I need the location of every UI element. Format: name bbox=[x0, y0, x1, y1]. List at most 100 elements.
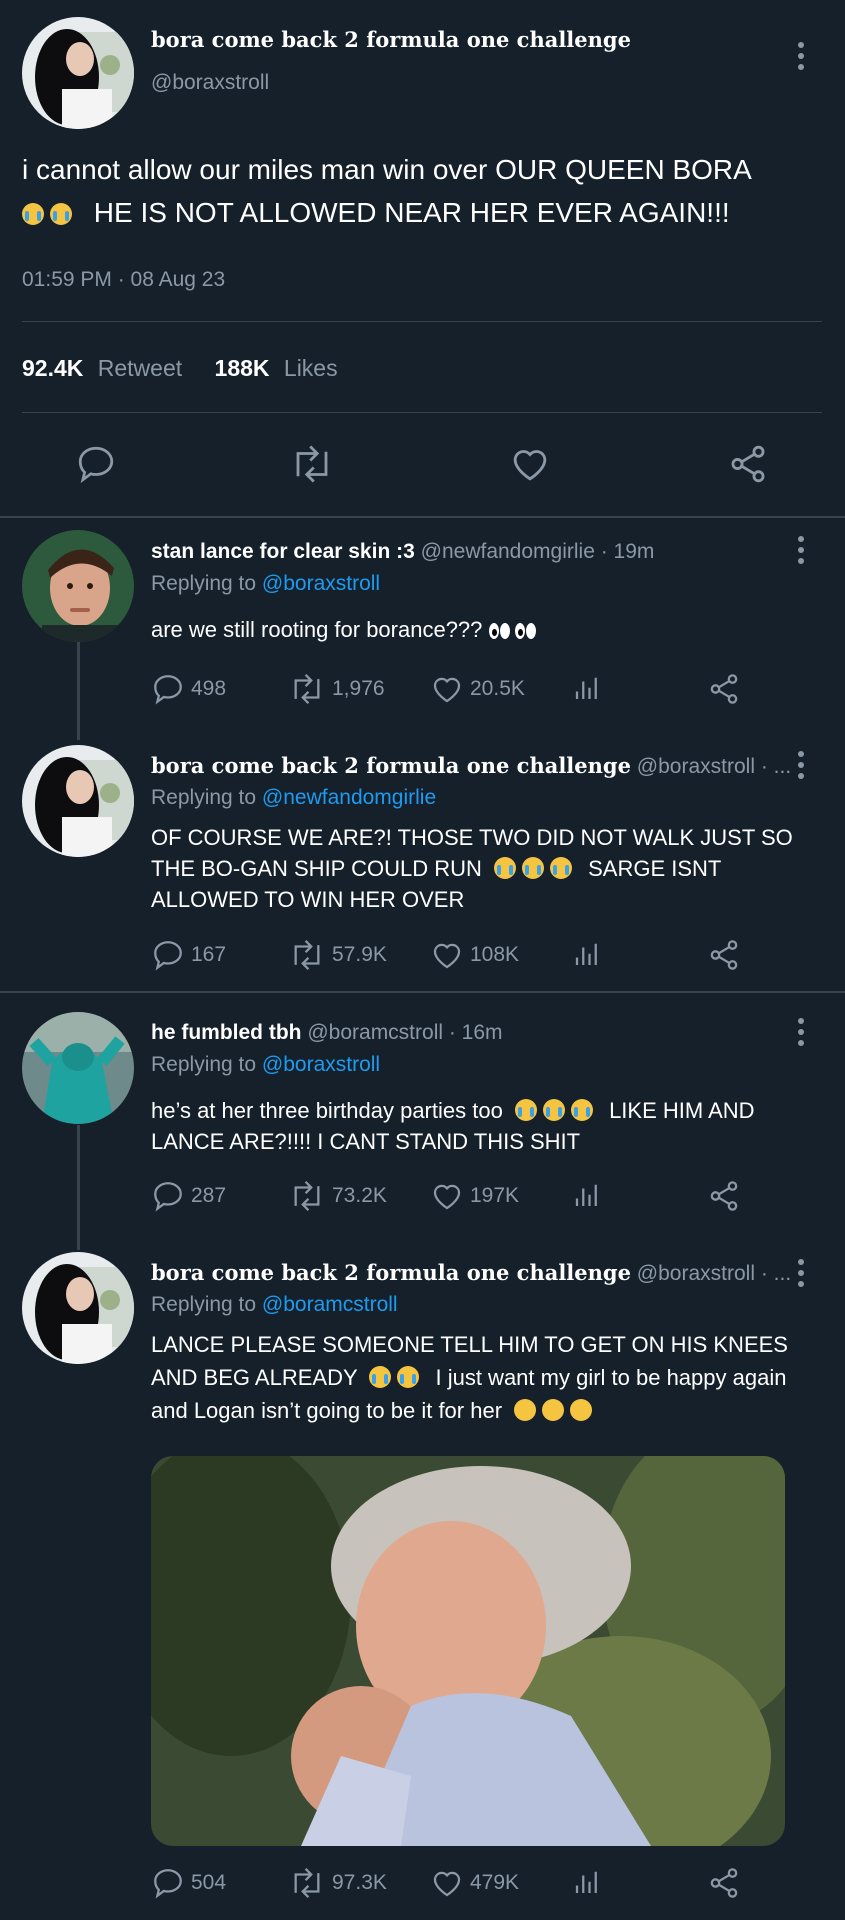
divider bbox=[22, 412, 822, 413]
analytics-icon[interactable] bbox=[572, 1866, 602, 1900]
thread-line bbox=[77, 640, 80, 740]
like-button[interactable]: 479K bbox=[430, 1866, 519, 1900]
loudly-crying-emoji-icon bbox=[514, 1099, 537, 1121]
analytics-icon[interactable] bbox=[572, 672, 602, 706]
reply-avatar[interactable] bbox=[22, 1252, 134, 1364]
reply-avatar[interactable] bbox=[22, 530, 134, 642]
reply-count: 498 bbox=[191, 677, 227, 700]
reply-button[interactable]: 504 bbox=[151, 1866, 226, 1900]
reply-text-line2: THE BO-GAN SHIP COULD RUN SARGE ISNT bbox=[151, 853, 831, 884]
reply-avatar[interactable] bbox=[22, 745, 134, 857]
reply-button[interactable]: 167 bbox=[151, 938, 226, 972]
reply-text-line3: ALLOWED TO WIN HER OVER bbox=[151, 887, 465, 912]
loudly-crying-emoji-icon bbox=[369, 1366, 392, 1388]
retweet-count[interactable]: 92.4K bbox=[22, 355, 83, 381]
reply-handle-time[interactable]: @newfandomgirlie · 19m bbox=[421, 540, 655, 563]
main-tweet-text: i cannot allow our miles man win over OU… bbox=[22, 148, 822, 234]
like-count: 479K bbox=[470, 1871, 520, 1894]
reply-handle-time[interactable]: @boramcstroll · 16m bbox=[307, 1021, 502, 1044]
replying-to: Replying to @boramcstroll bbox=[151, 1293, 398, 1317]
reply-text-line2: AND BEG ALREADY I just want my girl to b… bbox=[151, 1361, 831, 1394]
analytics-icon[interactable] bbox=[572, 938, 602, 972]
replying-to-link[interactable]: @boraxstroll bbox=[262, 1053, 380, 1076]
reply-icon[interactable] bbox=[75, 443, 117, 490]
reply-header: bora come back 2 formula one challenge @… bbox=[151, 753, 791, 779]
retweet-button[interactable]: 97.3K bbox=[288, 1866, 387, 1900]
replying-to: Replying to @newfandomgirlie bbox=[151, 786, 436, 810]
like-button[interactable]: 108K bbox=[430, 938, 519, 972]
reply-text-line2-end: I just want my girl to be happy again bbox=[435, 1365, 787, 1390]
replying-to: Replying to @boraxstroll bbox=[151, 572, 380, 596]
reply-display-name[interactable]: he fumbled tbh bbox=[151, 1021, 302, 1044]
worried-face-emoji-icon bbox=[514, 1399, 537, 1421]
main-tweet-handle[interactable]: @boraxstroll bbox=[151, 71, 269, 95]
like-icon[interactable] bbox=[509, 443, 551, 490]
like-count: 108K bbox=[470, 943, 520, 966]
reply-text-line1: LANCE PLEASE SOMEONE TELL HIM TO GET ON … bbox=[151, 1332, 788, 1357]
reply-avatar[interactable] bbox=[22, 1012, 134, 1124]
like-button[interactable]: 197K bbox=[430, 1179, 519, 1213]
retweet-button[interactable]: 73.2K bbox=[288, 1179, 387, 1213]
share-icon[interactable] bbox=[707, 672, 741, 706]
share-icon[interactable] bbox=[707, 1866, 741, 1900]
thread-line bbox=[77, 1125, 80, 1250]
reply-text: OF COURSE WE ARE?! THOSE TWO DID NOT WAL… bbox=[151, 822, 831, 915]
reply-text-line2-start: THE BO-GAN SHIP COULD RUN bbox=[151, 856, 482, 881]
retweet-button[interactable]: 1,976 bbox=[288, 672, 385, 706]
reply-text: he’s at her three birthday parties too L… bbox=[151, 1095, 831, 1157]
replying-to-link[interactable]: @boraxstroll bbox=[262, 572, 380, 595]
eyes-emoji-icon bbox=[488, 623, 511, 639]
loudly-crying-emoji-icon bbox=[50, 203, 72, 225]
section-divider bbox=[0, 991, 845, 993]
retweet-button[interactable]: 57.9K bbox=[288, 938, 387, 972]
reply-text: are we still rooting for borance??? bbox=[151, 614, 541, 645]
reply-display-name[interactable]: bora come back 2 formula one challenge bbox=[151, 1260, 631, 1285]
share-icon[interactable] bbox=[707, 1179, 741, 1213]
main-tweet-stats: 92.4K Retweet 188K Likes bbox=[22, 355, 338, 382]
worried-face-emoji-icon bbox=[542, 1399, 565, 1421]
retweet-count: 97.3K bbox=[332, 1871, 387, 1894]
share-icon[interactable] bbox=[707, 938, 741, 972]
like-count: 197K bbox=[470, 1184, 520, 1207]
main-tweet-display-name[interactable]: bora come back 2 formula one challenge bbox=[151, 27, 631, 52]
reply-display-name[interactable]: stan lance for clear skin :3 bbox=[151, 540, 415, 563]
reply-text-line3-words: and Logan isn’t going to be it for her bbox=[151, 1398, 503, 1423]
like-button[interactable]: 20.5K bbox=[430, 672, 525, 706]
main-tweet-timestamp[interactable]: 01:59 PM · 08 Aug 23 bbox=[22, 268, 225, 292]
reply-handle-time[interactable]: @boraxstroll · ... bbox=[637, 755, 791, 778]
likes-label[interactable]: Likes bbox=[284, 355, 338, 381]
replying-to: Replying to @boraxstroll bbox=[151, 1053, 380, 1077]
section-divider bbox=[0, 516, 845, 518]
likes-count[interactable]: 188K bbox=[215, 355, 270, 381]
reply-text-line3: and Logan isn’t going to be it for her bbox=[151, 1394, 831, 1427]
replying-to-link[interactable]: @boramcstroll bbox=[262, 1293, 398, 1316]
replying-to-prefix: Replying to bbox=[151, 1053, 257, 1076]
reply-header: stan lance for clear skin :3 @newfandomg… bbox=[151, 540, 654, 564]
main-tweet-text-line2: HE IS NOT ALLOWED NEAR HER EVER AGAIN!!! bbox=[22, 191, 822, 234]
more-options-icon[interactable] bbox=[796, 536, 806, 569]
retweet-label[interactable]: Retweet bbox=[98, 355, 182, 381]
replying-to-link[interactable]: @newfandomgirlie bbox=[262, 786, 436, 809]
replying-to-prefix: Replying to bbox=[151, 572, 257, 595]
reply-header: bora come back 2 formula one challenge @… bbox=[151, 1260, 791, 1286]
reply-text-line2-end: SARGE ISNT bbox=[588, 856, 722, 881]
more-options-icon[interactable] bbox=[796, 1018, 806, 1051]
share-icon[interactable] bbox=[727, 443, 769, 490]
loudly-crying-emoji-icon bbox=[493, 857, 516, 879]
more-options-icon[interactable] bbox=[796, 42, 806, 75]
main-tweet-text-line2-words: HE IS NOT ALLOWED NEAR HER EVER AGAIN!!! bbox=[93, 197, 730, 228]
reply-handle-time[interactable]: @boraxstroll · ... bbox=[637, 1262, 791, 1285]
reply-text-line2-start: AND BEG ALREADY bbox=[151, 1365, 358, 1390]
attached-gif-image[interactable] bbox=[151, 1456, 785, 1846]
analytics-icon[interactable] bbox=[572, 1179, 602, 1213]
reply-header: he fumbled tbh @boramcstroll · 16m bbox=[151, 1021, 503, 1045]
more-options-icon[interactable] bbox=[796, 1259, 806, 1292]
reply-display-name[interactable]: bora come back 2 formula one challenge bbox=[151, 753, 631, 778]
reply-text-line1: OF COURSE WE ARE?! THOSE TWO DID NOT WAL… bbox=[151, 825, 793, 850]
reply-button[interactable]: 287 bbox=[151, 1179, 226, 1213]
retweet-icon[interactable] bbox=[289, 443, 335, 490]
more-options-icon[interactable] bbox=[796, 751, 806, 784]
replying-to-prefix: Replying to bbox=[151, 1293, 257, 1316]
main-tweet-avatar[interactable] bbox=[22, 17, 134, 129]
reply-button[interactable]: 498 bbox=[151, 672, 226, 706]
